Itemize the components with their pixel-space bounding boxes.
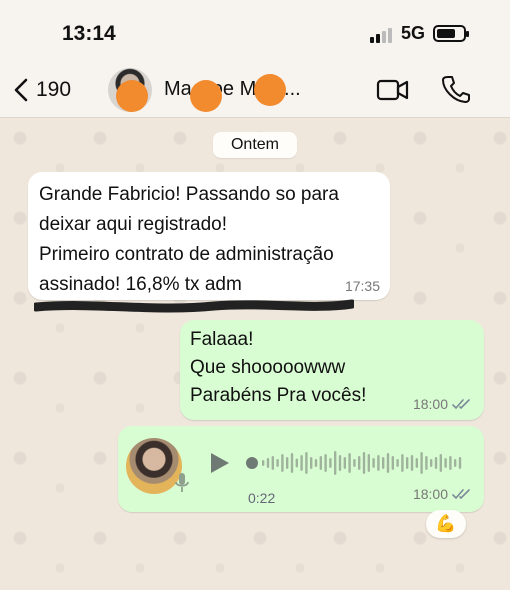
status-time: 13:14 bbox=[62, 22, 116, 45]
audio-waveform[interactable] bbox=[246, 448, 468, 478]
redaction-mark bbox=[116, 80, 148, 112]
waveform-bar bbox=[420, 452, 423, 474]
waveform-bar bbox=[334, 451, 337, 475]
waveform-bar bbox=[415, 458, 418, 468]
chevron-left-icon bbox=[14, 78, 28, 102]
back-button[interactable]: 190 bbox=[14, 74, 71, 106]
waveform-bar bbox=[319, 456, 322, 470]
waveform-bar bbox=[396, 459, 399, 467]
message-time: 18:00 bbox=[412, 396, 448, 412]
message-text: Falaaa! Que shooooowww Parabéns Pra você… bbox=[190, 329, 367, 406]
chat-header: 190 Ma Coe Ment... bbox=[0, 62, 510, 118]
waveform-bar bbox=[377, 455, 380, 471]
waveform-bar bbox=[271, 456, 274, 470]
reaction-badge[interactable]: 💪 bbox=[426, 510, 466, 538]
video-call-icon[interactable] bbox=[376, 77, 410, 103]
message-meta: 18:00 bbox=[413, 396, 472, 412]
message-text: Grande Fabricio! Passando so para deixar… bbox=[39, 184, 339, 295]
waveform-bar bbox=[386, 453, 390, 473]
waveform-bar bbox=[300, 455, 303, 471]
waveform-bar bbox=[262, 460, 265, 466]
waveform-bar bbox=[382, 457, 385, 469]
waveform-bar bbox=[324, 454, 327, 472]
waveform-bar bbox=[439, 454, 442, 472]
message-meta: 17:35 bbox=[345, 278, 380, 294]
waveform-bar bbox=[348, 453, 351, 473]
voice-message[interactable]: 0:22 18:00 bbox=[118, 426, 484, 512]
waveform-bar bbox=[295, 458, 298, 468]
redaction-mark bbox=[254, 74, 286, 106]
waveform-bar bbox=[266, 458, 270, 468]
unread-count: 190 bbox=[36, 78, 72, 101]
waveform-bar bbox=[430, 459, 433, 467]
phone-icon[interactable] bbox=[440, 74, 470, 104]
outgoing-message[interactable]: Falaaa! Que shooooowww Parabéns Pra você… bbox=[180, 320, 484, 420]
message-time: 18:00 bbox=[412, 486, 448, 502]
microphone-icon bbox=[175, 473, 189, 492]
redaction-mark bbox=[190, 80, 222, 112]
waveform-bar bbox=[367, 454, 370, 472]
signal-icon bbox=[370, 27, 396, 43]
redaction-scribble bbox=[34, 299, 354, 313]
status-bar: 13:14 5G bbox=[0, 0, 510, 62]
playback-position-dot[interactable] bbox=[246, 457, 258, 469]
waveform-bar bbox=[434, 457, 438, 469]
waveform-bar bbox=[444, 458, 447, 468]
waveform-bar bbox=[276, 459, 279, 467]
waveform-bar bbox=[458, 457, 462, 469]
waveform-bar bbox=[286, 457, 289, 469]
waveform-bar bbox=[449, 456, 452, 470]
play-icon[interactable] bbox=[206, 450, 232, 476]
waveform-bar bbox=[358, 456, 361, 470]
waveform-bar bbox=[391, 456, 394, 470]
waveform-bar bbox=[353, 459, 356, 467]
date-divider: Ontem bbox=[213, 132, 297, 158]
incoming-message[interactable]: Grande Fabricio! Passando so para deixar… bbox=[28, 172, 390, 300]
waveform-bar bbox=[310, 457, 313, 469]
waveform-bar bbox=[305, 452, 308, 474]
waveform-bar bbox=[454, 459, 457, 467]
waveform-bar bbox=[329, 458, 332, 468]
waveform-bar bbox=[290, 453, 294, 473]
waveform-bar bbox=[425, 456, 428, 470]
waveform-bar bbox=[401, 454, 404, 472]
waveform-bar bbox=[372, 458, 375, 468]
battery-icon bbox=[433, 25, 469, 42]
message-meta: 18:00 bbox=[413, 486, 472, 502]
waveform-bar bbox=[314, 459, 318, 467]
waveform-bar bbox=[362, 452, 366, 474]
waveform-bar bbox=[410, 455, 414, 471]
network-type: 5G bbox=[401, 23, 426, 43]
waveform-bar bbox=[338, 455, 342, 471]
double-check-icon bbox=[452, 489, 470, 500]
waveform-bar bbox=[343, 457, 346, 469]
message-time: 17:35 bbox=[344, 278, 380, 294]
waveform-bar bbox=[406, 457, 409, 469]
double-check-icon bbox=[452, 399, 470, 410]
voice-duration: 0:22 bbox=[248, 490, 276, 506]
waveform-bar bbox=[281, 454, 284, 472]
